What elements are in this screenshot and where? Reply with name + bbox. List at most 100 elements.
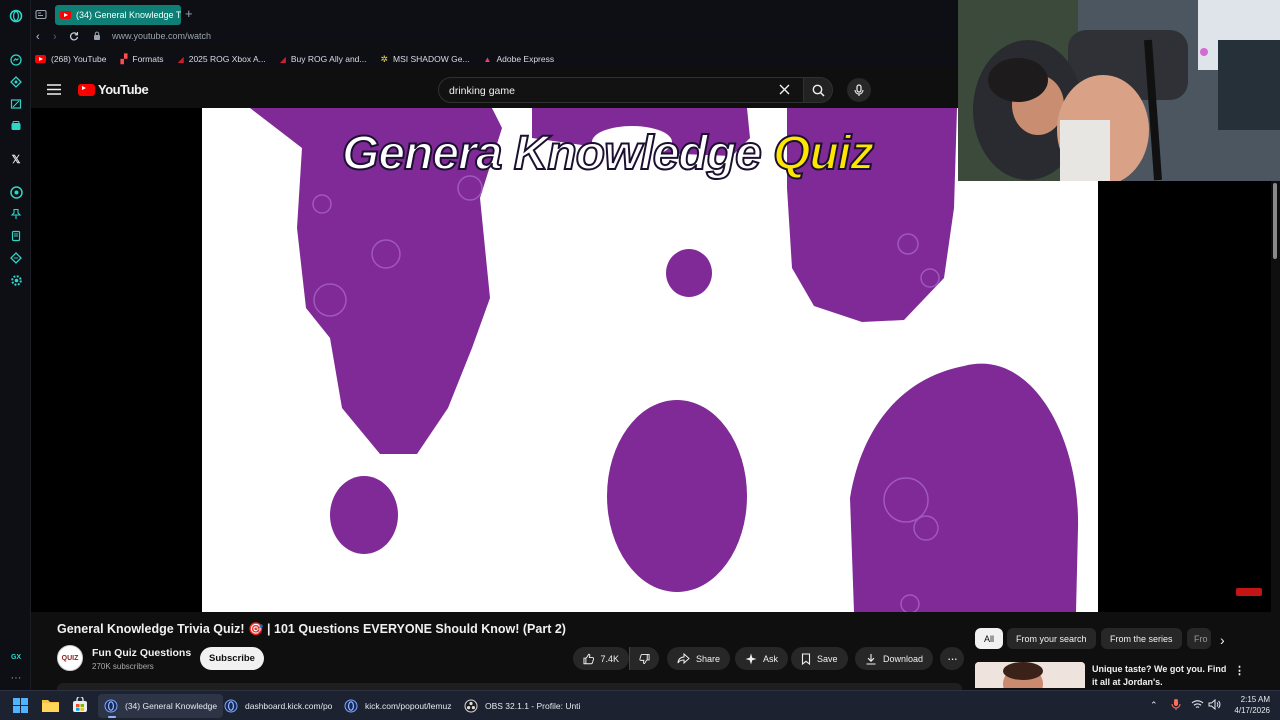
- taskbar-app-obs[interactable]: OBS 32.1.1 - Profile: Unti: [458, 694, 586, 718]
- browser-sidebar: 𝕏 GX ···: [0, 0, 31, 696]
- bookmark-rog-ally[interactable]: ◢ Buy ROG Ally and...: [280, 54, 367, 64]
- video-title-graphic: Genera Knowledge Quiz: [341, 126, 875, 181]
- search-button[interactable]: [803, 77, 833, 103]
- chip-from-the-series[interactable]: From the series: [1101, 628, 1182, 649]
- download-label: Download: [883, 653, 924, 664]
- msi-icon: ✲: [380, 53, 389, 64]
- microphone-icon: [854, 83, 864, 96]
- bookmark-label: Adobe Express: [496, 54, 555, 64]
- url-field[interactable]: www.youtube.com/watch: [112, 31, 211, 41]
- bookmark-label: MSI SHADOW Ge...: [393, 54, 470, 64]
- dislike-button[interactable]: [629, 647, 659, 670]
- sparkle-icon: [745, 653, 757, 664]
- bookmark-label: Formats: [132, 54, 164, 64]
- chip-truncated[interactable]: Fro: [1187, 628, 1211, 649]
- active-indicator: [108, 716, 116, 718]
- bookmark-icon: [801, 652, 811, 665]
- address-bar: ‹ › www.youtube.com/watch: [31, 28, 958, 46]
- bookmark-msi-shadow[interactable]: ✲ MSI SHADOW Ge...: [380, 54, 469, 65]
- avatar-text: QUIZ: [61, 654, 79, 662]
- video-title: General Knowledge Trivia Quiz! 🎯 | 101 Q…: [57, 622, 566, 636]
- channel-avatar[interactable]: QUIZ: [57, 645, 83, 671]
- settings-icon[interactable]: [8, 272, 24, 288]
- reload-icon[interactable]: [69, 31, 79, 41]
- chip-from-your-search[interactable]: From your search: [1007, 628, 1096, 649]
- bookmark-label: Buy ROG Ally and...: [290, 54, 367, 64]
- bookmark-label: (268) YouTube: [51, 54, 107, 64]
- rog-icon: ◢: [177, 54, 184, 64]
- scrollbar-thumb[interactable]: [1273, 183, 1277, 259]
- voice-search-button[interactable]: [847, 78, 871, 102]
- more-actions-button[interactable]: ···: [940, 647, 964, 670]
- bookmark-label: 2025 ROG Xbox A...: [188, 54, 266, 64]
- video-player[interactable]: Genera Knowledge Quiz: [202, 108, 1098, 612]
- download-button[interactable]: Download: [855, 647, 934, 670]
- like-button[interactable]: 7.4K: [573, 647, 629, 670]
- youtube-logo[interactable]: YouTube: [78, 82, 149, 97]
- download-icon: [866, 653, 876, 665]
- share-button[interactable]: Share: [667, 647, 731, 670]
- taskbar-app-opera-quiz[interactable]: (34) General Knowledge: [98, 694, 224, 718]
- bookmark-rog-xbox[interactable]: ◢ 2025 ROG Xbox A...: [178, 54, 266, 64]
- webcam-overlay: [958, 0, 1280, 181]
- messenger-icon[interactable]: [8, 52, 24, 68]
- wifi-icon[interactable]: [1191, 699, 1204, 710]
- back-icon[interactable]: ‹: [36, 31, 40, 43]
- forward-icon[interactable]: ›: [53, 31, 57, 43]
- recommendation-title[interactable]: Unique taste? We got you. Find it all at…: [1092, 663, 1228, 689]
- pinboard-icon[interactable]: [8, 206, 24, 222]
- bookmark-formats[interactable]: ▞ Formats: [120, 54, 163, 65]
- clear-search-icon[interactable]: [779, 84, 790, 95]
- opera-gx-app-icon: [344, 699, 358, 713]
- recommendation-thumbnail[interactable]: [975, 662, 1085, 688]
- video-title-quiz-word: Quiz: [772, 126, 875, 181]
- tab-manager-icon[interactable]: [35, 9, 47, 20]
- lock-icon[interactable]: [93, 31, 101, 41]
- more-icon[interactable]: ···: [8, 670, 24, 686]
- adobe-express-icon: ▲: [483, 54, 492, 64]
- search-box: [438, 77, 804, 103]
- system-clock[interactable]: 2:15 AM 4/17/2026: [1224, 694, 1270, 716]
- clock-time: 2:15 AM: [1240, 695, 1270, 704]
- formats-icon: ▞: [120, 53, 128, 64]
- show-hidden-icons-icon[interactable]: ⌃: [1150, 700, 1158, 711]
- store-icon[interactable]: [72, 697, 88, 713]
- gx-icon[interactable]: GX: [8, 649, 24, 665]
- bookmarks-bar: (268) YouTube ▞ Formats ◢ 2025 ROG Xbox …: [31, 50, 958, 68]
- opera-gx-icon[interactable]: [8, 8, 24, 24]
- video-title-text: Genera Knowledge Quiz: [341, 126, 875, 181]
- taskbar-app-kick-popout[interactable]: kick.com/popout/lemuz: [338, 694, 457, 718]
- player-icon[interactable]: [8, 184, 24, 200]
- history-icon[interactable]: [8, 228, 24, 244]
- thumbs-up-icon: [583, 653, 595, 664]
- windows-start-icon[interactable]: [13, 698, 28, 713]
- channel-name[interactable]: Fun Quiz Questions: [92, 647, 191, 659]
- twitch-icon[interactable]: [8, 96, 24, 112]
- youtube-favicon-icon: [35, 55, 46, 63]
- webcam-feed-image: [958, 0, 1280, 181]
- tab-youtube-quiz[interactable]: (34) General Knowledge Tr: [55, 5, 181, 25]
- microphone-tray-icon[interactable]: [1171, 698, 1181, 711]
- save-button[interactable]: Save: [791, 647, 848, 670]
- recommendation-menu-icon[interactable]: ⋮: [1234, 664, 1245, 677]
- thumbs-down-icon: [639, 653, 650, 664]
- menu-icon[interactable]: [47, 84, 61, 95]
- chips-next-icon[interactable]: ›: [1220, 632, 1225, 648]
- subscribe-button[interactable]: Subscribe: [200, 647, 264, 670]
- search-input[interactable]: [449, 83, 769, 99]
- extensions-icon[interactable]: [8, 250, 24, 266]
- like-count: 7.4K: [600, 653, 619, 664]
- new-tab-plus-icon[interactable]: +: [185, 6, 193, 21]
- x-twitter-icon[interactable]: 𝕏: [8, 151, 24, 167]
- file-explorer-icon[interactable]: [42, 698, 59, 712]
- bookmark-youtube[interactable]: (268) YouTube: [35, 54, 106, 64]
- volume-icon[interactable]: [1208, 699, 1221, 710]
- layers-icon[interactable]: [8, 118, 24, 134]
- windows-taskbar: (34) General Knowledge dashboard.kick.co…: [0, 690, 1280, 720]
- bookmark-adobe-express[interactable]: ▲ Adobe Express: [484, 54, 555, 64]
- chip-all[interactable]: All: [975, 628, 1004, 649]
- taskbar-app-kick-dashboard[interactable]: dashboard.kick.com/po: [218, 694, 338, 718]
- taskbar-app-label: (34) General Knowledge: [125, 701, 218, 711]
- ask-button[interactable]: Ask: [735, 647, 789, 670]
- diamond-icon[interactable]: [8, 74, 24, 90]
